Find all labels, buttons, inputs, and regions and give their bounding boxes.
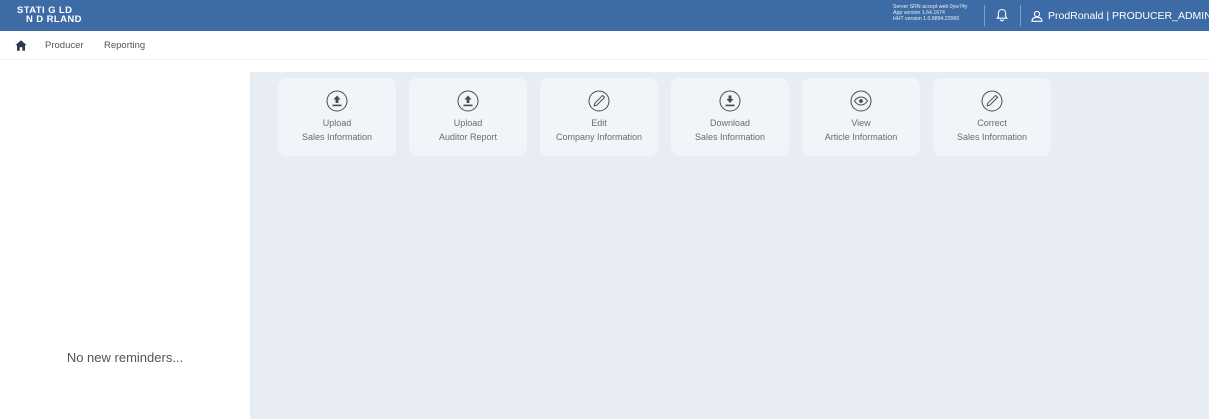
pencil-icon — [981, 90, 1003, 112]
logo-line-2: N D RLAND — [26, 14, 82, 25]
upload-icon — [326, 90, 348, 112]
tile-subtitle: Article Information — [824, 132, 898, 142]
tile-subtitle: Auditor Report — [438, 132, 498, 142]
tile-title: Edit — [591, 118, 607, 128]
download-sales-information-tile[interactable]: Download Sales Information — [671, 78, 789, 156]
eye-icon — [850, 90, 872, 112]
tile-title: Download — [709, 118, 751, 128]
tile-subtitle: Sales Information — [956, 132, 1028, 142]
tile-subtitle: Sales Information — [301, 132, 373, 142]
app-logo[interactable]: STATI G LD N D RLAND — [17, 6, 117, 26]
reminders-panel: No new reminders... — [0, 72, 250, 419]
divider — [984, 5, 985, 26]
edit-company-information-tile[interactable]: Edit Company Information — [540, 78, 658, 156]
upload-icon — [457, 90, 479, 112]
tile-title: View — [851, 118, 871, 128]
server-info: Server SRN accept web 0yw74y App version… — [893, 4, 983, 22]
tile-title: Upload — [453, 118, 483, 128]
user-icon — [1031, 10, 1043, 22]
upload-auditor-report-tile[interactable]: Upload Auditor Report — [409, 78, 527, 156]
breadcrumb: Producer Reporting — [0, 31, 1209, 60]
top-bar: STATI G LD N D RLAND Server SRN accept w… — [0, 0, 1209, 31]
no-reminders-text: No new reminders... — [66, 350, 184, 365]
breadcrumb-reporting[interactable]: Reporting — [104, 40, 145, 51]
divider — [1020, 5, 1021, 26]
upload-sales-information-tile[interactable]: Upload Sales Information — [278, 78, 396, 156]
bell-icon[interactable] — [995, 8, 1009, 22]
user-menu[interactable]: ProdRonald | PRODUCER_ADMIN — [1031, 8, 1209, 23]
main-content: Upload Sales Information Upload Auditor … — [250, 72, 1209, 419]
tile-title: Upload — [322, 118, 352, 128]
user-label: ProdRonald | PRODUCER_ADMIN — [1048, 9, 1209, 22]
tile-subtitle: Company Information — [555, 132, 643, 142]
tile-subtitle: Sales Information — [694, 132, 766, 142]
home-icon[interactable] — [15, 40, 27, 51]
server-info-line: HHT version 1.0.8894.23960 — [893, 16, 960, 22]
download-icon — [719, 90, 741, 112]
tile-title: Correct — [977, 118, 1007, 128]
correct-sales-information-tile[interactable]: Correct Sales Information — [933, 78, 1051, 156]
view-article-information-tile[interactable]: View Article Information — [802, 78, 920, 156]
pencil-icon — [588, 90, 610, 112]
breadcrumb-producer[interactable]: Producer — [45, 40, 84, 51]
